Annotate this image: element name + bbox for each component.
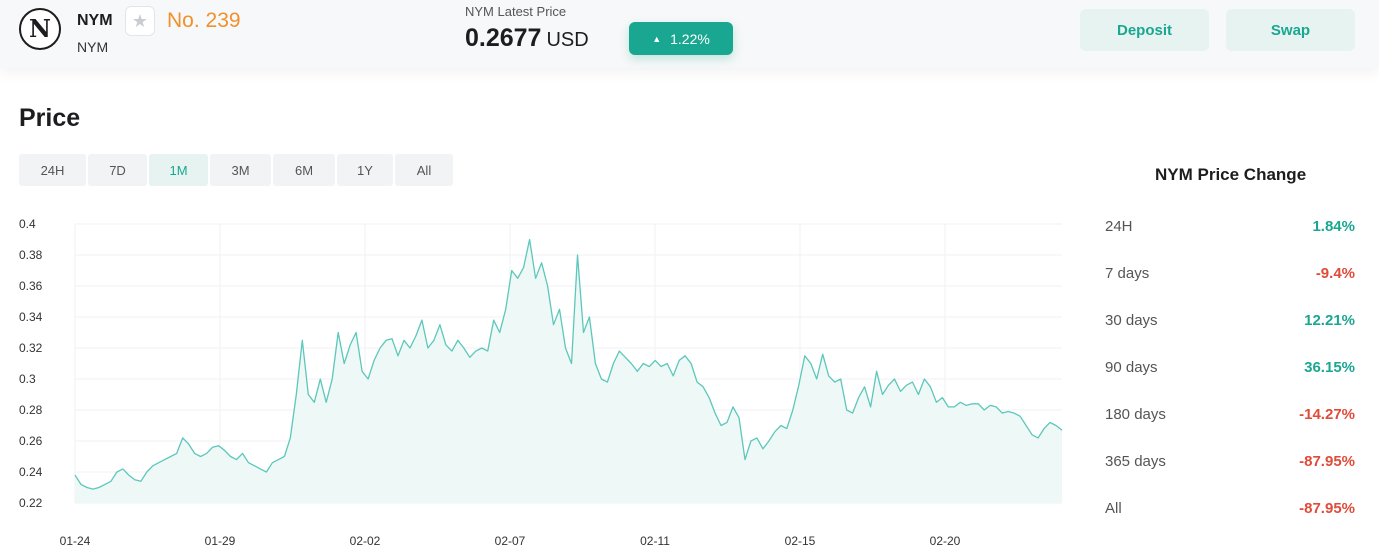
price-change-row-7-days: 7 days -9.4% xyxy=(1105,265,1355,282)
price-change-percent: 36.15% xyxy=(1304,359,1355,376)
range-tabs: 24H 7D 1M 3M 6M 1Y All xyxy=(19,154,453,186)
x-tick-label: 02-11 xyxy=(640,534,670,548)
coin-symbol: NYM xyxy=(77,39,109,55)
y-tick-label: 0.4 xyxy=(19,217,36,231)
price-change-percent: -87.95% xyxy=(1299,500,1355,517)
y-tick-label: 0.28 xyxy=(19,403,43,417)
price-change-period: 90 days xyxy=(1105,359,1158,376)
y-tick-label: 0.3 xyxy=(19,372,36,386)
logo-letter: N xyxy=(29,14,51,43)
price-change-row-all: All -87.95% xyxy=(1105,500,1355,517)
coin-name: NYM xyxy=(77,12,113,29)
price-chart[interactable]: 0.4 0.38 0.36 0.34 0.32 0.3 0.28 0.26 0.24 0.22 01… xyxy=(0,205,1075,559)
price-display: 0.2677 USD xyxy=(465,24,589,53)
section-title: Price xyxy=(19,104,81,132)
nym-logo: N xyxy=(19,8,61,50)
y-tick-label: 0.38 xyxy=(19,248,43,262)
price-change-period: 24H xyxy=(1105,218,1133,235)
x-tick-label: 01-29 xyxy=(205,534,236,548)
coin-header: N NYM NYM ★ No. 239 NYM Latest Price 0.2… xyxy=(0,0,1379,68)
x-tick-label: 01-24 xyxy=(60,534,91,548)
y-tick-label: 0.36 xyxy=(19,279,43,293)
y-tick-label: 0.34 xyxy=(19,310,43,324)
y-tick-label: 0.24 xyxy=(19,465,43,479)
price-change-percent: -14.27% xyxy=(1299,406,1355,423)
price-change-row-30-days: 30 days 12.21% xyxy=(1105,312,1355,329)
range-tab-24h[interactable]: 24H xyxy=(19,154,86,186)
triangle-up-icon: ▲ xyxy=(652,33,662,44)
range-tab-1m[interactable]: 1M xyxy=(149,154,208,186)
x-tick-label: 02-15 xyxy=(785,534,816,548)
price-change-badge: ▲ 1.22% xyxy=(629,22,733,55)
range-tab-6m[interactable]: 6M xyxy=(273,154,335,186)
latest-price-label: NYM Latest Price xyxy=(465,4,567,19)
price-change-period: All xyxy=(1105,500,1122,517)
range-tab-7d[interactable]: 7D xyxy=(88,154,147,186)
price-change-period: 30 days xyxy=(1105,312,1158,329)
y-tick-label: 0.26 xyxy=(19,434,43,448)
price-change-percent: -9.4% xyxy=(1315,265,1355,282)
price-change-row-24h: 24H 1.84% xyxy=(1105,218,1355,235)
price-change-percent: -87.95% xyxy=(1299,453,1355,470)
x-tick-label: 02-07 xyxy=(495,534,526,548)
price-change-row-180-days: 180 days -14.27% xyxy=(1105,406,1355,423)
price-change-percent: 1.84% xyxy=(1312,218,1355,235)
y-tick-label: 0.22 xyxy=(19,496,43,510)
price-change-period: 7 days xyxy=(1105,265,1150,282)
price-change-percent: 12.21% xyxy=(1304,312,1355,329)
deposit-button[interactable]: Deposit xyxy=(1080,9,1209,51)
price-change-row-365-days: 365 days -87.95% xyxy=(1105,453,1355,470)
x-tick-label: 02-02 xyxy=(350,534,381,548)
price-value: 0.2677 xyxy=(465,24,542,52)
star-icon: ★ xyxy=(131,10,149,31)
price-change-title: NYM Price Change xyxy=(1155,165,1307,184)
x-tick-label: 02-20 xyxy=(930,534,961,548)
rank-label: No. 239 xyxy=(167,9,241,32)
range-tab-1y[interactable]: 1Y xyxy=(337,154,393,186)
price-change-row-90-days: 90 days 36.15% xyxy=(1105,359,1355,376)
y-tick-label: 0.32 xyxy=(19,341,43,355)
price-area-fill xyxy=(75,239,1062,503)
price-unit: USD xyxy=(546,29,589,51)
price-change-value: 1.22% xyxy=(670,30,710,47)
range-tab-all[interactable]: All xyxy=(395,154,453,186)
swap-button[interactable]: Swap xyxy=(1226,9,1355,51)
price-change-period: 180 days xyxy=(1105,406,1166,423)
favorite-star-button[interactable]: ★ xyxy=(125,6,155,36)
range-tab-3m[interactable]: 3M xyxy=(210,154,271,186)
price-change-period: 365 days xyxy=(1105,453,1166,470)
